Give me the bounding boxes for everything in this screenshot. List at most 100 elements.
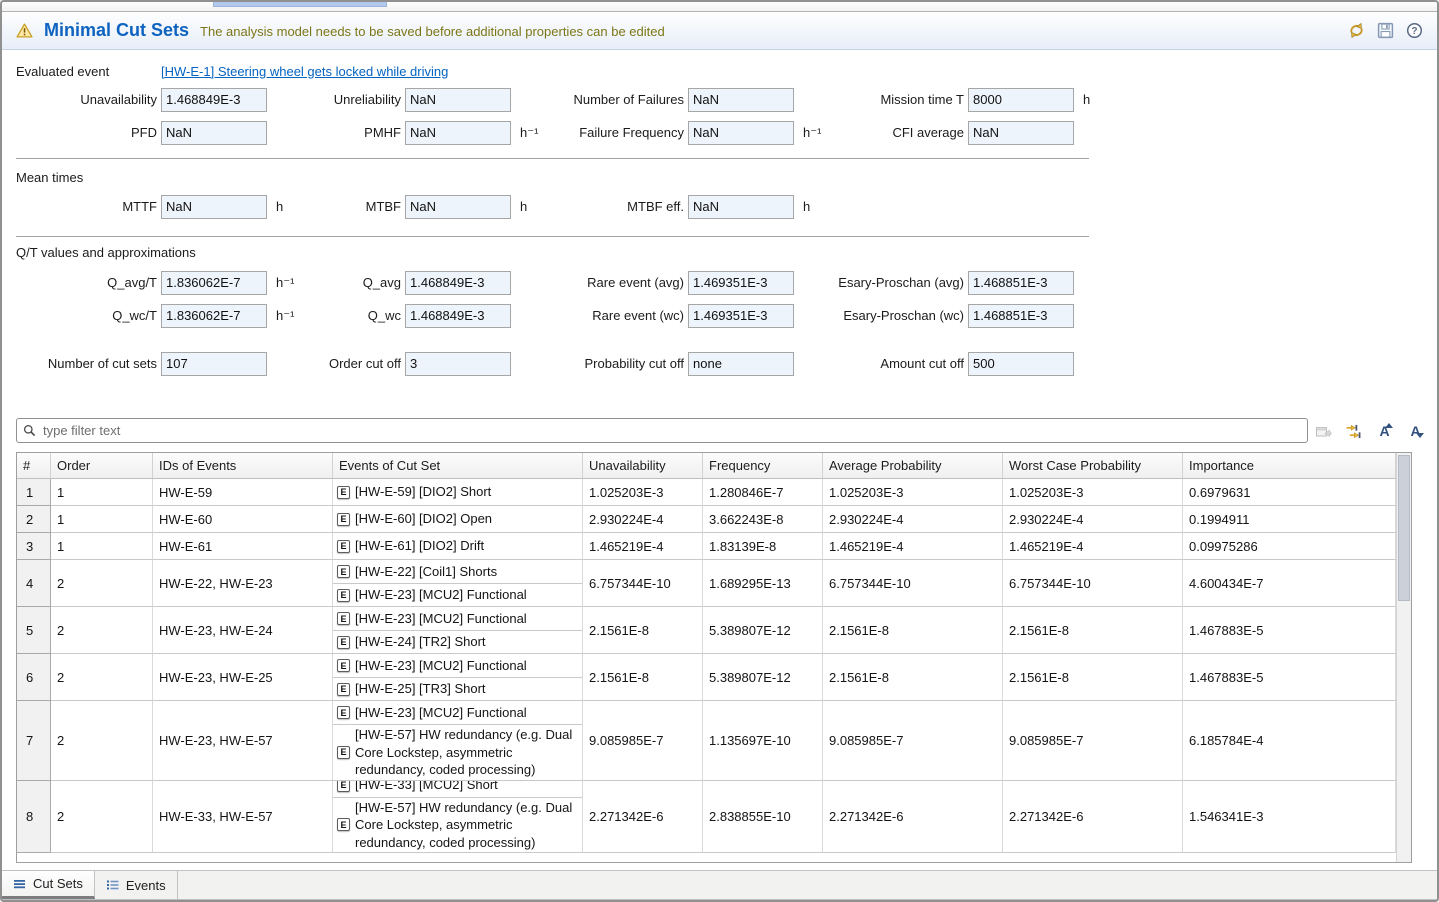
field-label: Esary-Proschan (avg) bbox=[832, 275, 964, 290]
field-label: Amount cut off bbox=[832, 356, 964, 371]
cell-ids: HW-E-23, HW-E-25 bbox=[153, 654, 333, 701]
bottom-tab-bar: Cut Sets Events bbox=[2, 870, 1437, 899]
number-of-failures-field[interactable]: NaN bbox=[688, 88, 794, 112]
cell-order: 2 bbox=[51, 781, 153, 854]
cut-sets-table: #OrderIDs of EventsEvents of Cut SetUnav… bbox=[16, 452, 1412, 863]
unreliability-field[interactable]: NaN bbox=[405, 88, 511, 112]
esary-proschan-avg-field[interactable]: 1.468851E-3 bbox=[968, 271, 1074, 295]
cell-average-probability: 6.757344E-10 bbox=[823, 560, 1003, 607]
mtbf-field[interactable]: NaN bbox=[405, 195, 511, 219]
search-icon bbox=[23, 424, 36, 437]
cell-order: 2 bbox=[51, 701, 153, 781]
cut-set-event: E[HW-E-57] HW redundancy (e.g. Dual Core… bbox=[333, 724, 582, 780]
cell-events: E[HW-E-22] [Coil1] ShortsE[HW-E-23] [MCU… bbox=[333, 560, 583, 607]
help-icon[interactable]: ? bbox=[1405, 22, 1423, 40]
cut-set-row[interactable]: 11HW-E-59E[HW-E-59] [DIO2] Short1.025203… bbox=[17, 479, 1396, 506]
filter-input[interactable] bbox=[41, 422, 1301, 439]
col-order[interactable]: Order bbox=[51, 453, 153, 479]
font-increase-icon[interactable]: A bbox=[1375, 422, 1393, 440]
col-average-probability[interactable]: Average Probability bbox=[823, 453, 1003, 479]
vertical-scrollbar[interactable] bbox=[1396, 453, 1411, 862]
mtbf-eff-field[interactable]: NaN bbox=[688, 195, 794, 219]
cell-number: 1 bbox=[17, 479, 51, 506]
cell-average-probability: 2.930224E-4 bbox=[823, 506, 1003, 533]
active-view-tab-indicator[interactable] bbox=[213, 2, 387, 7]
pmhf-field[interactable]: NaN bbox=[405, 121, 511, 145]
mttf-field[interactable]: NaN bbox=[161, 195, 267, 219]
col-number[interactable]: # bbox=[17, 453, 51, 479]
field-label: Rare event (wc) bbox=[549, 308, 684, 323]
field-label: Number of Failures bbox=[549, 92, 684, 107]
q-avg-field[interactable]: 1.468849E-3 bbox=[405, 271, 511, 295]
tab-events[interactable]: Events bbox=[95, 871, 178, 899]
col-importance[interactable]: Importance bbox=[1183, 453, 1396, 479]
mission-time-field[interactable]: 8000 bbox=[968, 88, 1074, 112]
sync-icon[interactable] bbox=[1347, 22, 1365, 40]
col-ids-of-events[interactable]: IDs of Events bbox=[153, 453, 333, 479]
cell-ids: HW-E-33, HW-E-57 bbox=[153, 781, 333, 854]
col-unavailability[interactable]: Unavailability bbox=[583, 453, 703, 479]
q-wc-t-field[interactable]: 1.836062E-7 bbox=[161, 304, 267, 328]
cut-set-row[interactable]: 21HW-E-60E[HW-E-60] [DIO2] Open2.930224E… bbox=[17, 506, 1396, 533]
unavailability-field[interactable]: 1.468849E-3 bbox=[161, 88, 267, 112]
cell-number: 3 bbox=[17, 533, 51, 560]
event-label: [HW-E-59] [DIO2] Short bbox=[355, 483, 491, 501]
rare-event-wc-field[interactable]: 1.469351E-3 bbox=[688, 304, 794, 328]
number-of-cut-sets-field[interactable]: 107 bbox=[161, 352, 267, 376]
separator bbox=[16, 236, 1089, 237]
field-label: PMHF bbox=[303, 125, 401, 140]
link-with-editor-icon[interactable] bbox=[1315, 424, 1332, 439]
event-icon: E bbox=[337, 565, 350, 578]
tab-cut-sets[interactable]: Cut Sets bbox=[2, 871, 95, 899]
rare-event-avg-field[interactable]: 1.469351E-3 bbox=[688, 271, 794, 295]
field-label: Probability cut off bbox=[549, 356, 684, 371]
event-icon: E bbox=[337, 683, 350, 696]
table-header-row: #OrderIDs of EventsEvents of Cut SetUnav… bbox=[17, 453, 1396, 479]
cell-average-probability: 2.1561E-8 bbox=[823, 654, 1003, 701]
page-title: Minimal Cut Sets bbox=[44, 20, 189, 41]
scrollbar-thumb[interactable] bbox=[1398, 455, 1410, 601]
cell-ids: HW-E-61 bbox=[153, 533, 333, 560]
cut-set-event: E[HW-E-24] [TR2] Short bbox=[333, 630, 582, 653]
event-label: [HW-E-23] [MCU2] Functional bbox=[355, 610, 527, 628]
collapse-all-icon[interactable] bbox=[1345, 423, 1362, 440]
amount-cut-off-field[interactable]: 500 bbox=[968, 352, 1074, 376]
esary-proschan-wc-field[interactable]: 1.468851E-3 bbox=[968, 304, 1074, 328]
col-events-of-cut-set[interactable]: Events of Cut Set bbox=[333, 453, 583, 479]
order-cut-off-field[interactable]: 3 bbox=[405, 352, 511, 376]
font-decrease-icon[interactable]: A bbox=[1406, 422, 1424, 440]
cut-set-row[interactable]: 72HW-E-23, HW-E-57E[HW-E-23] [MCU2] Func… bbox=[17, 701, 1396, 781]
probability-cut-off-field[interactable]: none bbox=[688, 352, 794, 376]
save-icon[interactable] bbox=[1376, 22, 1394, 40]
cut-set-row[interactable]: 62HW-E-23, HW-E-25E[HW-E-23] [MCU2] Func… bbox=[17, 654, 1396, 701]
failure-frequency-field[interactable]: NaN bbox=[688, 121, 794, 145]
cell-worst-case-probability: 1.465219E-4 bbox=[1003, 533, 1183, 560]
cut-set-event: E[HW-E-23] [MCU2] Functional bbox=[333, 607, 582, 630]
q-avg-t-field[interactable]: 1.836062E-7 bbox=[161, 271, 267, 295]
cfi-average-field[interactable]: NaN bbox=[968, 121, 1074, 145]
filter-bar bbox=[16, 418, 1308, 443]
event-label: [HW-E-60] [DIO2] Open bbox=[355, 510, 492, 528]
col-frequency[interactable]: Frequency bbox=[703, 453, 823, 479]
cutoff-row: Number of cut sets 107 Order cut off 3 P… bbox=[16, 347, 1116, 380]
cell-number: 8 bbox=[17, 781, 51, 854]
cut-set-row[interactable]: 42HW-E-22, HW-E-23E[HW-E-22] [Coil1] Sho… bbox=[17, 560, 1396, 607]
col-worst-case-probability[interactable]: Worst Case Probability bbox=[1003, 453, 1183, 479]
cut-set-row[interactable]: 52HW-E-23, HW-E-24E[HW-E-23] [MCU2] Func… bbox=[17, 607, 1396, 654]
cell-unavailability: 9.085985E-7 bbox=[583, 701, 703, 781]
cell-order: 2 bbox=[51, 560, 153, 607]
cut-set-row[interactable]: 31HW-E-61E[HW-E-61] [DIO2] Drift1.465219… bbox=[17, 533, 1396, 560]
field-label: PFD bbox=[16, 125, 157, 140]
cell-unavailability: 2.271342E-6 bbox=[583, 781, 703, 854]
cell-ids: HW-E-23, HW-E-24 bbox=[153, 607, 333, 654]
cell-importance: 4.600434E-7 bbox=[1183, 560, 1396, 607]
cut-set-event: E[HW-E-23] [MCU2] Functional bbox=[333, 701, 582, 724]
cell-importance: 1.467883E-5 bbox=[1183, 607, 1396, 654]
event-label: [HW-E-61] [DIO2] Drift bbox=[355, 537, 484, 555]
section-title-mean-times: Mean times bbox=[16, 170, 83, 185]
pfd-field[interactable]: NaN bbox=[161, 121, 267, 145]
event-icon: E bbox=[337, 513, 350, 526]
evaluated-event-link[interactable]: [HW-E-1] Steering wheel gets locked whil… bbox=[161, 64, 448, 79]
q-wc-field[interactable]: 1.468849E-3 bbox=[405, 304, 511, 328]
cut-set-row[interactable]: 82HW-E-33, HW-E-57E[HW-E-33] [MCU2] Shor… bbox=[17, 781, 1396, 854]
